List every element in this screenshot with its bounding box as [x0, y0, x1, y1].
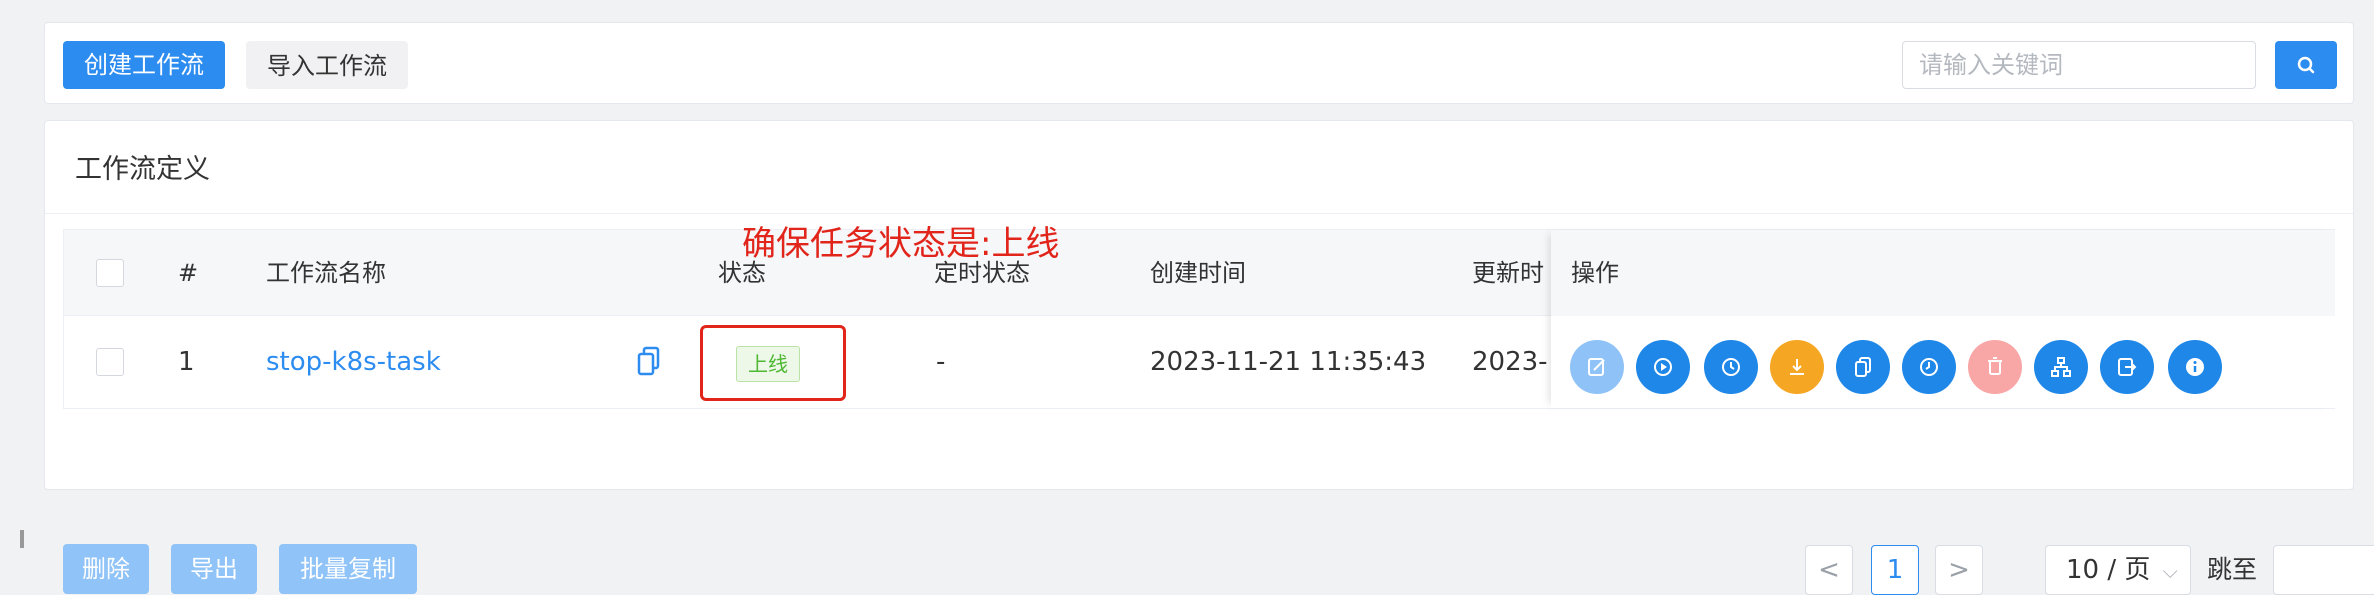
- download-button[interactable]: [1770, 340, 1824, 394]
- updated-time-value: 2023-1: [1472, 347, 1550, 377]
- tree-icon: [2051, 357, 2071, 377]
- workflow-name-link[interactable]: stop-k8s-task: [266, 316, 441, 409]
- copy-icon: [1855, 357, 1871, 377]
- column-updated: 更新时: [1472, 259, 1544, 287]
- row-checkbox[interactable]: [96, 348, 124, 376]
- row-index: 1: [178, 347, 195, 377]
- search-icon: [2297, 56, 2315, 74]
- bulk-export-button[interactable]: 导出: [171, 544, 257, 594]
- jump-page-input[interactable]: [2273, 545, 2374, 595]
- edit-icon: [1588, 358, 1605, 376]
- create-workflow-button[interactable]: 创建工作流: [63, 41, 225, 89]
- copy-button[interactable]: [1836, 340, 1890, 394]
- page-size-select[interactable]: 10 / 页 ⌵: [2045, 545, 2191, 595]
- select-all-checkbox[interactable]: [96, 259, 124, 287]
- delete-button[interactable]: [1968, 340, 2022, 394]
- annotation-text: 确保任务状态是:上线: [742, 224, 1060, 264]
- toolbar: 创建工作流 导入工作流 请输入关键词: [44, 22, 2354, 104]
- page-number[interactable]: 1: [1871, 545, 1919, 595]
- created-time-value: 2023-11-21 11:35:43: [1150, 347, 1427, 377]
- workflow-definition-card: 工作流定义 # 工作流名称 状态 定时状态 创建时间 更新时 1 stop-k8…: [44, 120, 2374, 595]
- search-button[interactable]: [2275, 41, 2337, 89]
- page-size-value: 10 / 页: [2066, 555, 2151, 585]
- column-index: #: [178, 259, 199, 287]
- bulk-delete-button[interactable]: 删除: [63, 544, 149, 594]
- import-workflow-button[interactable]: 导入工作流: [246, 41, 408, 89]
- run-button[interactable]: [1636, 340, 1690, 394]
- column-created: 创建时间: [1150, 259, 1246, 287]
- play-icon: [1654, 358, 1672, 376]
- divider: [45, 213, 2353, 214]
- annotation-highlight-box: [700, 325, 846, 401]
- workflow-table: # 工作流名称 状态 定时状态 创建时间 更新时 1 stop-k8s-task…: [63, 229, 2335, 409]
- column-name: 工作流名称: [266, 259, 386, 287]
- export-button[interactable]: [2100, 340, 2154, 394]
- column-operations: 操作: [1571, 259, 1619, 287]
- timing-button[interactable]: [1902, 340, 1956, 394]
- batch-copy-button[interactable]: 批量复制: [279, 544, 417, 594]
- prev-page-button[interactable]: <: [1805, 545, 1853, 595]
- next-page-button[interactable]: >: [1935, 545, 1983, 595]
- bottom-edge-mark: [20, 530, 24, 548]
- operations-header: 操作: [1551, 230, 2335, 316]
- chevron-down-icon: ⌵: [2162, 559, 2178, 583]
- search-input[interactable]: 请输入关键词: [1902, 41, 2256, 89]
- card-title: 工作流定义: [75, 154, 210, 185]
- delete-icon: [1988, 357, 2002, 375]
- timing-icon: [1920, 358, 1938, 376]
- info-button[interactable]: [2168, 340, 2222, 394]
- export-icon: [2118, 358, 2137, 376]
- tree-view-button[interactable]: [2034, 340, 2088, 394]
- edit-button[interactable]: [1570, 340, 1624, 394]
- schedule-button[interactable]: [1704, 340, 1758, 394]
- download-icon: [1790, 359, 1804, 375]
- clock-icon: [1722, 358, 1740, 376]
- jump-label: 跳至: [2207, 555, 2258, 584]
- copy-name-icon[interactable]: [636, 345, 664, 379]
- info-icon: [2186, 358, 2204, 376]
- schedule-status-value: -: [936, 347, 946, 377]
